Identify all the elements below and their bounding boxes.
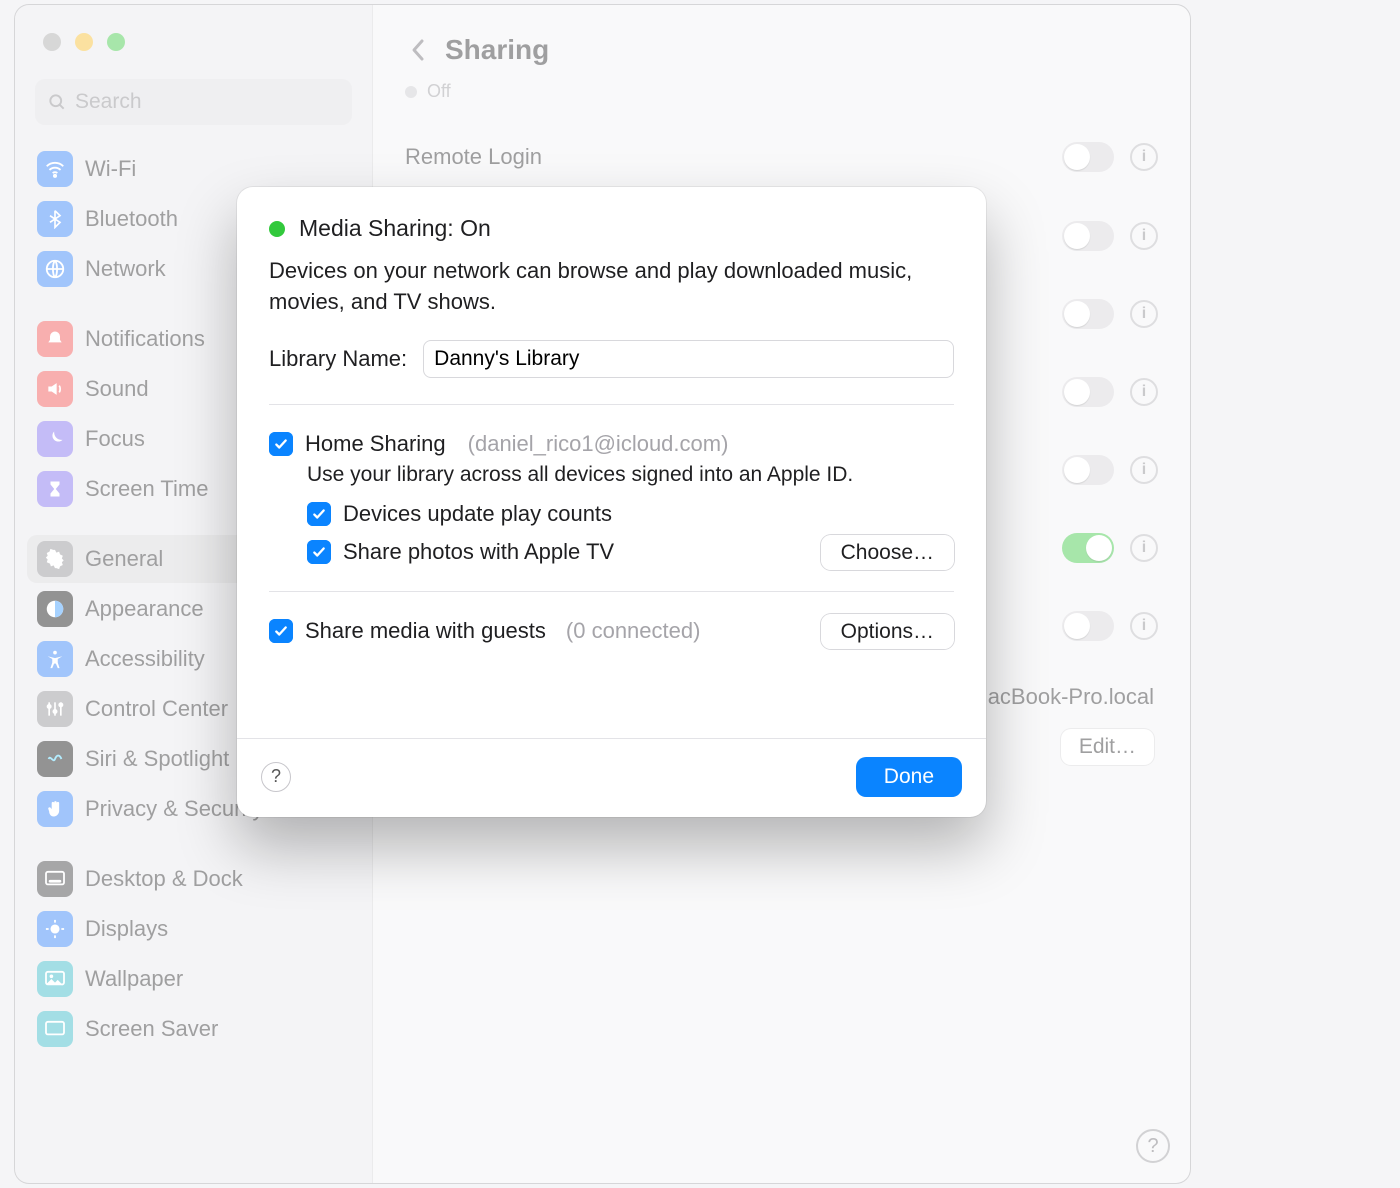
sidebar-item-label: Appearance xyxy=(85,596,204,622)
display-icon xyxy=(37,911,73,947)
help-button[interactable]: ? xyxy=(1136,1129,1170,1163)
status-dot-off xyxy=(405,86,417,98)
sidebar-item-displays[interactable]: Displays xyxy=(27,905,360,953)
search-input[interactable] xyxy=(75,90,346,114)
edit-hostname-button[interactable]: Edit… xyxy=(1061,729,1154,765)
bell-icon xyxy=(37,321,73,357)
done-button[interactable]: Done xyxy=(856,757,962,797)
dock-icon xyxy=(37,861,73,897)
sidebar-item-label: Network xyxy=(85,256,166,282)
info-icon[interactable]: i xyxy=(1130,222,1158,250)
share-guests-checkbox[interactable] xyxy=(269,619,293,643)
status-dot-on xyxy=(269,221,285,237)
home-sharing-checkbox[interactable] xyxy=(269,432,293,456)
sharing-row: Remote Login i xyxy=(391,118,1172,196)
speaker-icon xyxy=(37,371,73,407)
siri-icon xyxy=(37,741,73,777)
home-sharing-description: Use your library across all devices sign… xyxy=(307,463,954,487)
row-status-off: Off xyxy=(391,81,1172,118)
play-counts-checkbox[interactable] xyxy=(307,502,331,526)
hand-icon xyxy=(37,791,73,827)
sidebar-item-label: Sound xyxy=(85,376,149,402)
home-sharing-account: (daniel_rico1@icloud.com) xyxy=(468,431,729,457)
sidebar-item-label: Desktop & Dock xyxy=(85,866,243,892)
window-controls xyxy=(15,5,372,51)
sidebar-item-screen-saver[interactable]: Screen Saver xyxy=(27,1005,360,1053)
sidebar-item-label: Screen Saver xyxy=(85,1016,218,1042)
share-guests-label: Share media with guests xyxy=(305,618,546,644)
info-icon[interactable]: i xyxy=(1130,300,1158,328)
sidebar-item-label: Focus xyxy=(85,426,145,452)
wallpaper-icon xyxy=(37,961,73,997)
info-icon[interactable]: i xyxy=(1130,534,1158,562)
sharing-toggle[interactable] xyxy=(1062,142,1114,172)
sidebar-item-label: Screen Time xyxy=(85,476,209,502)
hourglass-icon xyxy=(37,471,73,507)
minimize-window-button[interactable] xyxy=(75,33,93,51)
home-sharing-label: Home Sharing xyxy=(305,431,446,457)
a11y-icon xyxy=(37,641,73,677)
media-sharing-dialog: Media Sharing: On Devices on your networ… xyxy=(237,187,986,817)
sidebar-item-label: Wallpaper xyxy=(85,966,183,992)
guest-options-button[interactable]: Options… xyxy=(821,614,954,649)
sidebar-item-label: Bluetooth xyxy=(85,206,178,232)
search-icon xyxy=(47,92,67,112)
sidebar-item-desktop-dock[interactable]: Desktop & Dock xyxy=(27,855,360,903)
local-hostname: acBook-Pro.local xyxy=(988,684,1154,710)
info-icon[interactable]: i xyxy=(1130,612,1158,640)
sharing-toggle[interactable] xyxy=(1062,221,1114,251)
media-sharing-description: Devices on your network can browse and p… xyxy=(269,256,954,318)
sidebar-item-wi-fi[interactable]: Wi-Fi xyxy=(27,145,360,193)
play-counts-label: Devices update play counts xyxy=(343,501,612,527)
sidebar-item-label: Notifications xyxy=(85,326,205,352)
back-button[interactable] xyxy=(401,33,435,67)
library-name-input[interactable] xyxy=(423,340,954,378)
appearance-icon xyxy=(37,591,73,627)
share-guests-count: (0 connected) xyxy=(566,618,701,644)
info-icon[interactable]: i xyxy=(1130,378,1158,406)
wifi-icon xyxy=(37,151,73,187)
info-icon[interactable]: i xyxy=(1130,143,1158,171)
sidebar-item-label: Accessibility xyxy=(85,646,205,672)
sharing-toggle[interactable] xyxy=(1062,455,1114,485)
saver-icon xyxy=(37,1011,73,1047)
info-icon[interactable]: i xyxy=(1130,456,1158,484)
sharing-toggle[interactable] xyxy=(1062,611,1114,641)
choose-photos-button[interactable]: Choose… xyxy=(821,535,954,570)
search-field[interactable] xyxy=(35,79,352,125)
sidebar-item-label: Wi-Fi xyxy=(85,156,136,182)
sharing-row-label: Remote Login xyxy=(405,144,542,170)
page-title: Sharing xyxy=(445,34,549,66)
share-photos-label: Share photos with Apple TV xyxy=(343,539,614,565)
sidebar-item-label: General xyxy=(85,546,163,572)
sharing-toggle[interactable] xyxy=(1062,377,1114,407)
moon-icon xyxy=(37,421,73,457)
maximize-window-button[interactable] xyxy=(107,33,125,51)
sidebar-item-label: Displays xyxy=(85,916,168,942)
gear-icon xyxy=(37,541,73,577)
share-photos-checkbox[interactable] xyxy=(307,540,331,564)
close-window-button[interactable] xyxy=(43,33,61,51)
library-name-label: Library Name: xyxy=(269,346,407,372)
globe-icon xyxy=(37,251,73,287)
sliders-icon xyxy=(37,691,73,727)
sharing-toggle[interactable] xyxy=(1062,533,1114,563)
bluetooth-icon xyxy=(37,201,73,237)
sidebar-item-label: Control Center xyxy=(85,696,228,722)
sidebar-item-wallpaper[interactable]: Wallpaper xyxy=(27,955,360,1003)
dialog-help-button[interactable]: ? xyxy=(261,762,291,792)
sidebar-item-label: Siri & Spotlight xyxy=(85,746,229,772)
media-sharing-status: Media Sharing: On xyxy=(299,215,491,242)
sharing-toggle[interactable] xyxy=(1062,299,1114,329)
off-label: Off xyxy=(427,81,451,102)
